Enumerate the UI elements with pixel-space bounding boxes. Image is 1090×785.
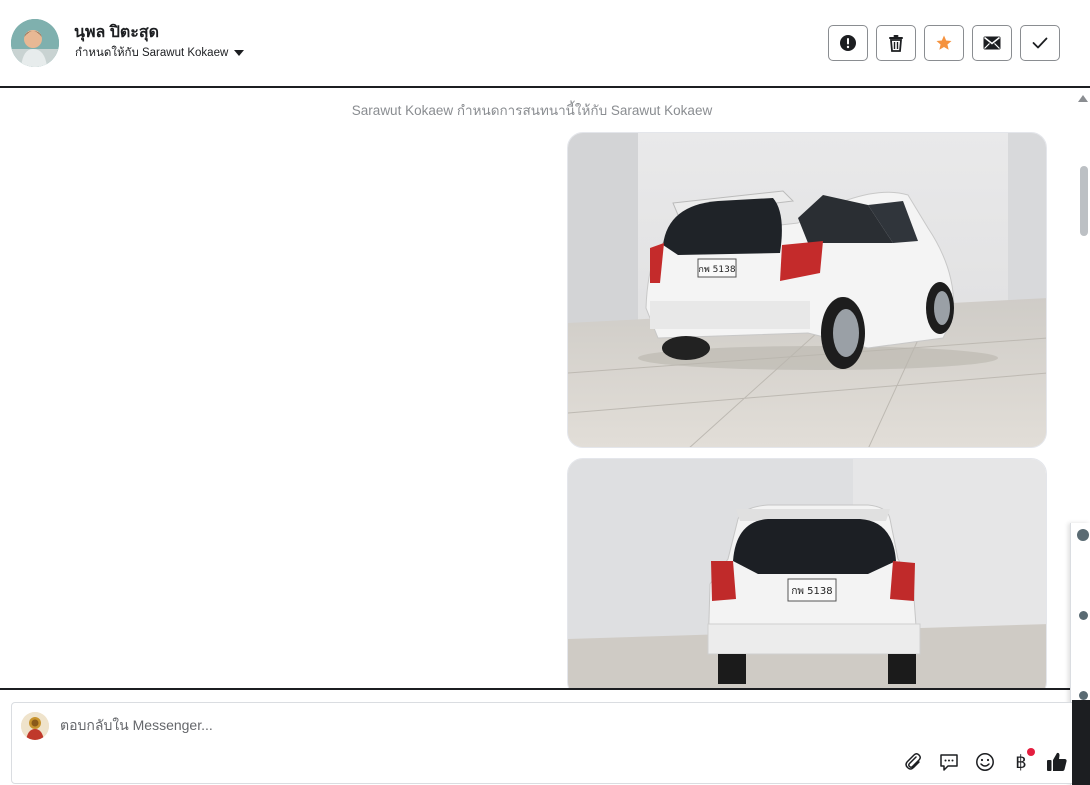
conversation-header: นุพล ปิตะสุด กำหนดให้กับ Sarawut Kokaew [0, 0, 1090, 88]
system-message: Sarawut Kokaew กำหนดการสนทนานี้ให้กับ Sa… [351, 103, 713, 118]
trash-icon [889, 35, 903, 52]
reply-composer: ฿ [11, 702, 1081, 784]
scroll-thumb[interactable] [1080, 166, 1088, 236]
contact-avatar[interactable] [11, 19, 59, 67]
contact-name: นุพล ปิตะสุด [74, 24, 160, 41]
alert-icon [840, 35, 856, 51]
star-button[interactable] [924, 25, 964, 61]
attach-icon [905, 753, 921, 770]
assignee-dropdown[interactable]: กำหนดให้กับ Sarawut Kokaew [75, 44, 245, 62]
attach-button[interactable] [902, 751, 924, 773]
message-thread[interactable]: Sarawut Kokaew กำหนดการสนทนานี้ให้กับ Sa… [0, 88, 1090, 690]
peek-avatar-3[interactable] [1079, 691, 1088, 700]
like-icon [1047, 752, 1067, 771]
notification-dot [1027, 748, 1035, 756]
scroll-up-arrow-icon[interactable] [1078, 95, 1088, 102]
conversation-actions [828, 25, 1060, 61]
mail-icon [983, 36, 1001, 50]
payment-button[interactable]: ฿ [1010, 748, 1035, 773]
composer-toolbar: ฿ [902, 748, 1068, 773]
star-icon [936, 35, 952, 50]
like-button[interactable] [1046, 751, 1068, 773]
page-avatar [21, 712, 49, 740]
chat-icon [940, 754, 958, 771]
saved-replies-button[interactable] [938, 751, 960, 773]
emoji-button[interactable] [974, 751, 996, 773]
peek-avatar-2[interactable] [1079, 611, 1088, 620]
car-photo-rear-side[interactable]: กพ 5138 [567, 132, 1047, 448]
license-plate: กพ 5138 [698, 265, 735, 275]
baht-icon: ฿ [1015, 751, 1027, 773]
license-plate-2: กพ 5138 [791, 586, 832, 597]
emoji-icon [976, 753, 994, 771]
delete-button[interactable] [876, 25, 916, 61]
car-photo-rear[interactable]: กพ 5138 [567, 458, 1047, 688]
mark-spam-button[interactable] [828, 25, 868, 61]
mark-done-button[interactable] [1020, 25, 1060, 61]
reply-input[interactable] [60, 717, 860, 733]
chevron-down-icon [234, 50, 245, 56]
peek-avatar-1[interactable] [1077, 529, 1089, 541]
assignee-label: กำหนดให้กับ Sarawut Kokaew [75, 47, 229, 59]
check-icon [1032, 37, 1048, 49]
mark-unread-button[interactable] [972, 25, 1012, 61]
side-panel-dark-edge [1072, 700, 1090, 785]
